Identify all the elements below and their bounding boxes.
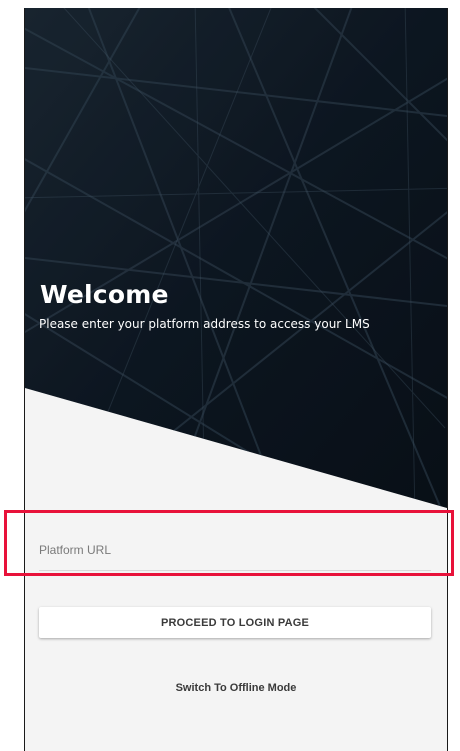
switch-offline-mode-link[interactable]: Switch To Offline Mode: [25, 682, 447, 694]
proceed-to-login-button[interactable]: PROCEED TO LOGIN PAGE: [39, 607, 431, 638]
app-screen: Welcome Please enter your platform addre…: [24, 8, 448, 751]
hero-background-image: [25, 8, 447, 508]
platform-url-input[interactable]: [39, 530, 431, 571]
welcome-subtitle: Please enter your platform address to ac…: [39, 317, 370, 331]
hero-banner: [25, 8, 447, 508]
welcome-title: Welcome: [40, 280, 169, 309]
